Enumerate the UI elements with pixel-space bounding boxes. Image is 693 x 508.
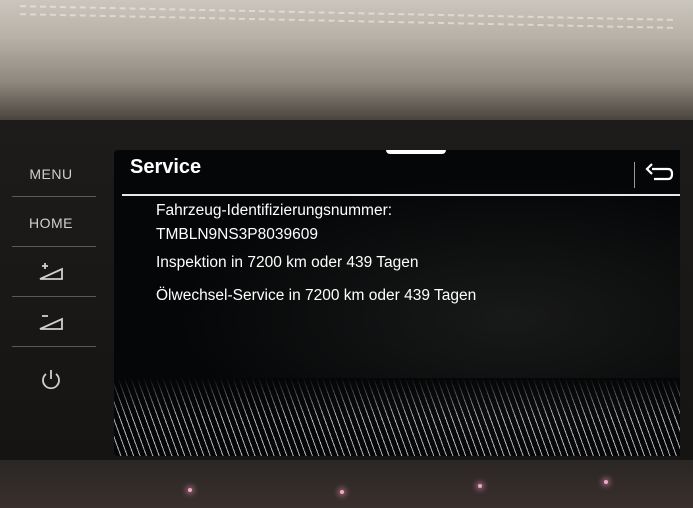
- power-button[interactable]: [8, 368, 94, 394]
- button-divider: [12, 196, 96, 197]
- menu-button-label: MENU: [29, 166, 73, 182]
- ambient-light: [188, 488, 192, 492]
- header-divider: [634, 162, 635, 188]
- vin-label: Fahrzeug-Identifizierungsnummer:: [156, 202, 393, 219]
- infotainment-screen: Service Fahrzeug-Identifizierungsnummer:…: [114, 150, 680, 456]
- power-icon: [42, 370, 60, 390]
- vin-value: TMBLN9NS3P8039609: [156, 226, 318, 243]
- volume-down-icon: [39, 315, 63, 330]
- ambient-light: [478, 484, 482, 488]
- back-arrow-icon: [645, 163, 674, 181]
- header-divider-line: [122, 194, 680, 196]
- back-button[interactable]: [640, 160, 676, 190]
- menu-button[interactable]: MENU: [8, 166, 94, 182]
- ambient-light: [604, 480, 608, 484]
- stitching-line: [20, 13, 673, 29]
- home-button[interactable]: HOME: [8, 215, 94, 231]
- lower-console: [0, 460, 693, 508]
- pull-down-handle[interactable]: [386, 150, 446, 154]
- home-button-label: HOME: [29, 215, 73, 231]
- volume-down-button[interactable]: [8, 312, 94, 338]
- button-divider: [12, 296, 96, 297]
- page-title: Service: [130, 156, 202, 178]
- button-divider: [12, 246, 96, 247]
- volume-up-icon: [39, 263, 63, 280]
- ambient-light: [340, 490, 344, 494]
- inspection-info: Inspektion in 7200 km oder 439 Tagen: [156, 254, 419, 271]
- pattern-fade: [114, 378, 680, 418]
- volume-up-button[interactable]: [8, 262, 94, 288]
- oil-service-info: Ölwechsel-Service in 7200 km oder 439 Ta…: [156, 287, 477, 304]
- button-divider: [12, 346, 96, 347]
- stitching-line: [20, 5, 673, 21]
